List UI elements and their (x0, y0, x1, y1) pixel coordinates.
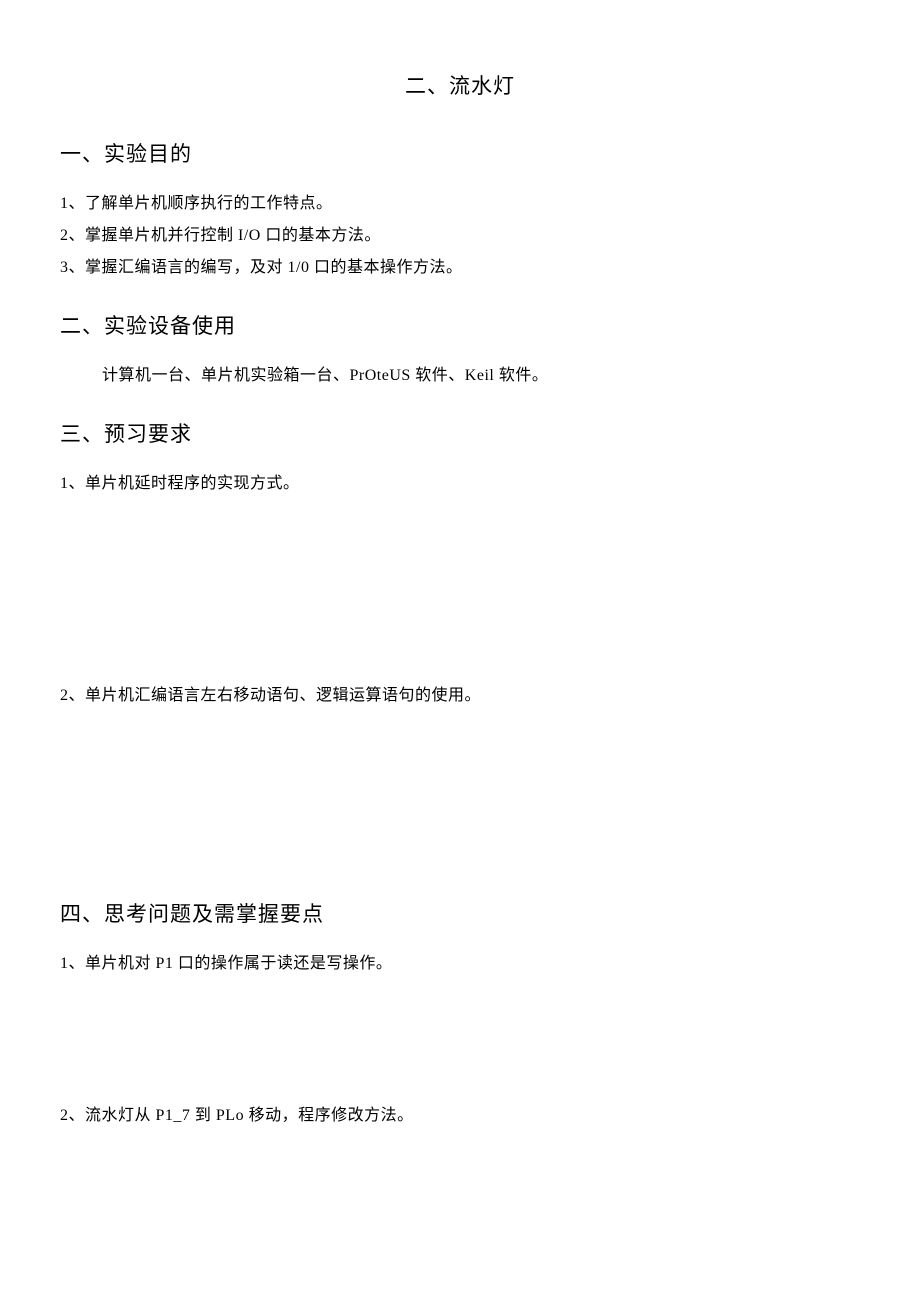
document-page: 二、流水灯 一、实验目的 1、了解单片机顺序执行的工作特点。 2、掌握单片机并行… (0, 0, 920, 1192)
section-heading-4: 四、思考问题及需掌握要点 (60, 898, 860, 928)
blank-space (60, 712, 860, 872)
section1-item-1: 1、了解单片机顺序执行的工作特点。 (60, 188, 860, 220)
section3-item-1: 1、单片机延时程序的实现方式。 (60, 468, 860, 500)
section-heading-3: 三、预习要求 (60, 418, 860, 448)
blank-space (60, 500, 860, 680)
blank-space (60, 980, 860, 1100)
section4-item-1: 1、单片机对 P1 口的操作属于读还是写操作。 (60, 948, 860, 980)
document-title: 二、流水灯 (60, 70, 860, 100)
section-heading-2: 二、实验设备使用 (60, 310, 860, 340)
section4-item-2: 2、流水灯从 P1_7 到 PLo 移动，程序修改方法。 (60, 1100, 860, 1132)
section3-item-2: 2、单片机汇编语言左右移动语句、逻辑运算语句的使用。 (60, 680, 860, 712)
section2-body: 计算机一台、单片机实验箱一台、PrOteUS 软件、Keil 软件。 (60, 360, 860, 392)
section1-item-3: 3、掌握汇编语言的编写，及对 1/0 口的基本操作方法。 (60, 252, 860, 284)
section1-item-2: 2、掌握单片机并行控制 I/O 口的基本方法。 (60, 220, 860, 252)
section-heading-1: 一、实验目的 (60, 138, 860, 168)
